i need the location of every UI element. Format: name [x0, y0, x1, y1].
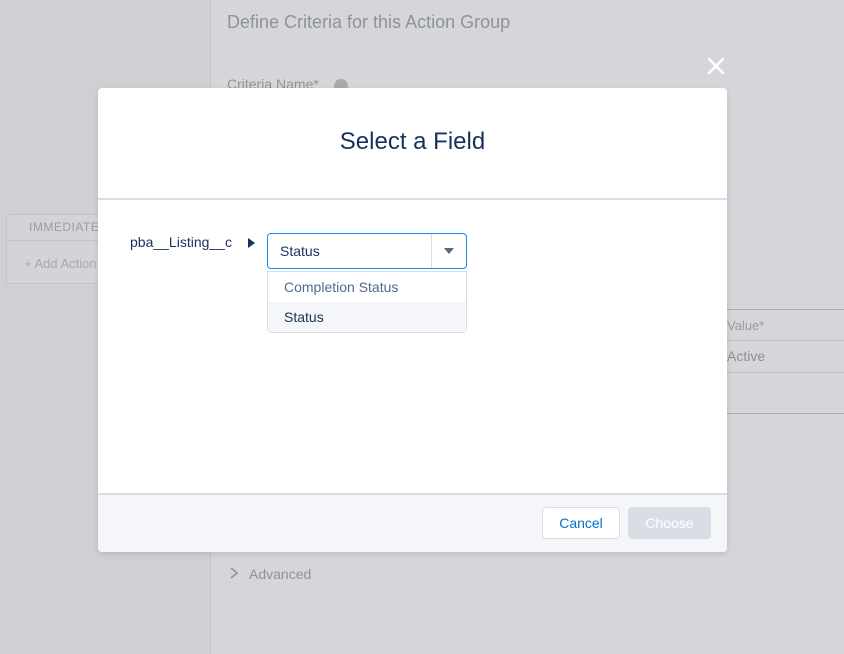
page-title: Define Criteria for this Action Group: [227, 12, 511, 32]
close-icon[interactable]: [703, 54, 729, 80]
modal-header: Select a Field: [98, 88, 727, 200]
value-column-header: Value*: [727, 318, 764, 333]
choose-button[interactable]: Choose: [628, 507, 711, 539]
object-name-label: pba__Listing__c: [130, 234, 232, 250]
add-action-link: + Add Action: [24, 256, 97, 271]
modal-title: Select a Field: [339, 128, 486, 155]
caret-right-icon: [248, 238, 255, 248]
option-status[interactable]: Status: [268, 302, 466, 332]
immediate-label: IMMEDIATE: [29, 220, 100, 234]
table-row-divider: [727, 372, 844, 373]
select-field-modal: Select a Field pba__Listing__c Status Co…: [98, 88, 727, 552]
advanced-label: Advanced: [249, 566, 312, 582]
chevron-down-icon: [444, 248, 454, 254]
dropdown-toggle-button[interactable]: [431, 234, 466, 268]
field-select[interactable]: Status: [267, 233, 467, 269]
field-options-list: Completion Status Status: [267, 271, 467, 333]
cancel-button[interactable]: Cancel: [542, 507, 620, 539]
modal-body: pba__Listing__c Status Completion Status…: [98, 200, 727, 494]
field-select-value[interactable]: Status: [268, 243, 431, 259]
advanced-section-toggle: Advanced: [229, 566, 311, 582]
option-completion-status[interactable]: Completion Status: [268, 272, 466, 302]
value-cell: Active: [727, 348, 766, 364]
table-row-divider: [727, 340, 844, 341]
required-mark: *: [759, 318, 765, 333]
chevron-right-icon: [229, 566, 243, 582]
divider: [6, 240, 106, 241]
modal-footer: Cancel Choose: [98, 493, 727, 552]
value-header-text: Value: [727, 318, 760, 333]
